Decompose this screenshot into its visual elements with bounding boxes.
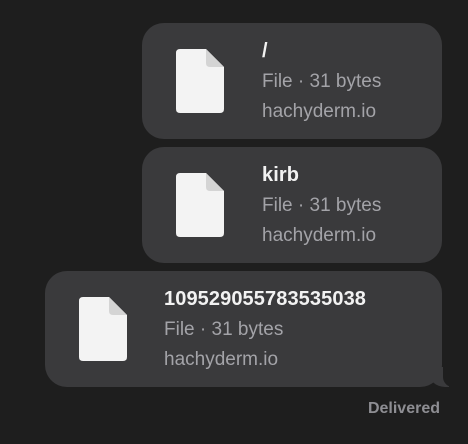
- file-meta: File · 31 bytes: [262, 71, 382, 92]
- document-icon: [176, 49, 224, 113]
- file-domain: hachyderm.io: [164, 349, 279, 370]
- file-meta: File · 31 bytes: [262, 195, 382, 216]
- file-attachment-bubble[interactable]: 109529055783535038 File · 31 bytes hachy…: [45, 271, 457, 387]
- delivery-status: Delivered: [367, 400, 440, 417]
- file-domain: hachyderm.io: [262, 101, 377, 122]
- document-icon: [176, 173, 224, 237]
- file-name: 109529055783535038: [164, 288, 367, 310]
- file-attachment-bubble[interactable]: / File · 31 bytes hachyderm.io: [142, 23, 442, 139]
- file-meta: File · 31 bytes: [164, 319, 284, 340]
- file-domain: hachyderm.io: [262, 225, 377, 246]
- message-thread: / File · 31 bytes hachyderm.io kirb File…: [0, 0, 468, 444]
- document-icon: [79, 297, 127, 361]
- file-name: /: [262, 40, 268, 62]
- file-name: kirb: [262, 164, 300, 186]
- file-attachment-bubble[interactable]: kirb File · 31 bytes hachyderm.io: [142, 147, 442, 263]
